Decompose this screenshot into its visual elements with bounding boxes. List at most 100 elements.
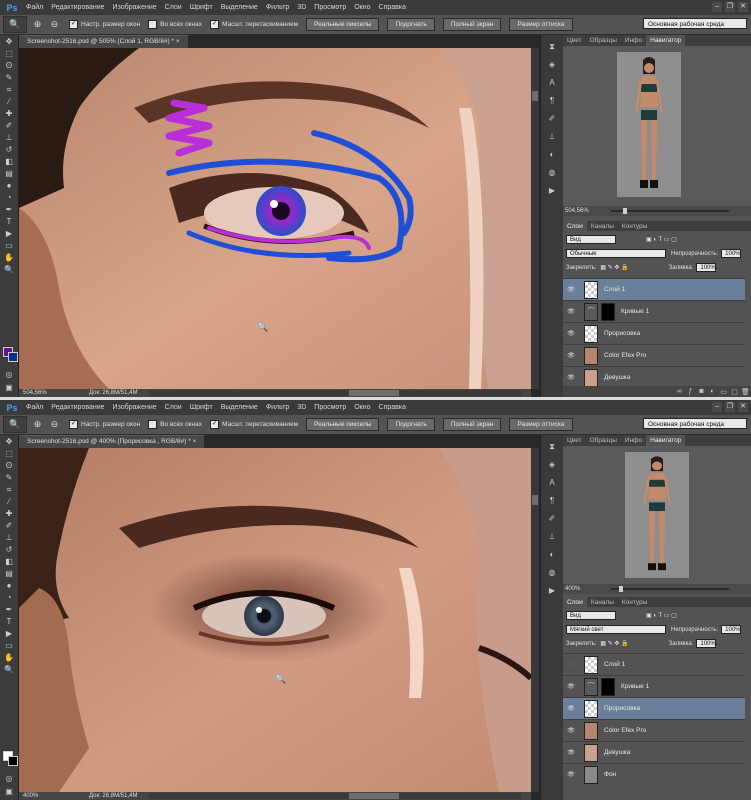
- folder-icon[interactable]: ▭: [718, 388, 729, 396]
- hand-tool-icon[interactable]: ✋: [2, 252, 16, 263]
- filter-icons[interactable]: ▣ ◐ T ▭ ▢: [646, 236, 677, 243]
- horizontal-scrollbar[interactable]: [149, 390, 521, 396]
- brush-tool-icon[interactable]: ✐: [2, 520, 16, 531]
- tab-info[interactable]: Инфо: [621, 435, 646, 446]
- zoom-tool-icon[interactable]: 🔍: [2, 664, 16, 675]
- dodge-tool-icon[interactable]: ◔: [2, 592, 16, 603]
- eye-icon[interactable]: 👁: [567, 352, 575, 360]
- styles-icon[interactable]: ◍: [544, 167, 560, 179]
- blend-mode-select[interactable]: Обычные: [566, 249, 666, 258]
- document-tab[interactable]: Screenshot-2516.psd @ 505% (Слой 1, RGB/…: [19, 35, 188, 48]
- styles-icon[interactable]: ◍: [544, 567, 560, 579]
- menu-layers[interactable]: Слои: [161, 4, 186, 11]
- menu-type[interactable]: Шрифт: [186, 404, 217, 411]
- adjustments-icon[interactable]: ◐: [544, 549, 560, 561]
- menu-file[interactable]: Файл: [22, 404, 47, 411]
- blur-tool-icon[interactable]: ●: [2, 180, 16, 191]
- layer-row[interactable]: 👁 Девушка: [563, 366, 745, 388]
- history-icon[interactable]: ⧗: [544, 441, 560, 453]
- actions-icon[interactable]: ▶: [544, 185, 560, 197]
- tab-color[interactable]: Цвет: [563, 435, 586, 446]
- clone-source-icon[interactable]: ⊥: [544, 131, 560, 143]
- eyedropper-tool-icon[interactable]: ⁄: [2, 96, 16, 107]
- tab-navigator[interactable]: Навигатор: [646, 35, 686, 46]
- fit-screen-button[interactable]: Подогнать: [387, 18, 435, 31]
- tab-color[interactable]: Цвет: [563, 35, 586, 46]
- stamp-tool-icon[interactable]: ⊥: [2, 532, 16, 543]
- layer-row[interactable]: 👁 Прорисовка: [563, 322, 745, 344]
- crop-tool-icon[interactable]: ⌗: [2, 484, 16, 495]
- screen-mode-icon[interactable]: ▣: [2, 786, 16, 797]
- eye-hidden-icon[interactable]: □: [567, 661, 575, 669]
- trash-icon[interactable]: 🗑: [740, 388, 751, 396]
- scroll-thumb[interactable]: [349, 390, 399, 396]
- navigator-preview[interactable]: [563, 46, 751, 206]
- tab-channels[interactable]: Каналы: [587, 221, 618, 231]
- healing-tool-icon[interactable]: ✚: [2, 108, 16, 119]
- document-tab[interactable]: Screenshot-2516.psd @ 400% (Прорисовка ,…: [19, 435, 205, 448]
- fx-icon[interactable]: ƒ: [685, 388, 696, 395]
- layer-row[interactable]: □ Слой 1: [563, 653, 745, 675]
- marquee-tool-icon[interactable]: ⬚: [2, 48, 16, 59]
- menu-select[interactable]: Выделение: [217, 404, 262, 411]
- restore-icon[interactable]: ❐: [725, 2, 735, 12]
- navigator-preview[interactable]: [563, 446, 751, 584]
- close-icon[interactable]: ✕: [738, 2, 748, 12]
- eye-icon[interactable]: 👁: [567, 374, 575, 382]
- eraser-tool-icon[interactable]: ◧: [2, 156, 16, 167]
- menu-edit[interactable]: Редактирование: [47, 404, 108, 411]
- tab-layers[interactable]: Слои: [563, 597, 587, 607]
- slider-knob[interactable]: [623, 208, 627, 214]
- eye-icon[interactable]: 👁: [567, 308, 575, 316]
- scroll-thumb[interactable]: [349, 793, 399, 799]
- path-select-tool-icon[interactable]: ▶: [2, 228, 16, 239]
- print-size-button[interactable]: Размер оттиска: [509, 418, 573, 431]
- tab-swatches[interactable]: Образцы: [586, 35, 621, 46]
- menu-select[interactable]: Выделение: [217, 4, 262, 11]
- 3d-icon[interactable]: ◈: [544, 59, 560, 71]
- mask-icon[interactable]: ◙: [696, 388, 707, 395]
- actual-pixels-button[interactable]: Реальные пикселы: [306, 418, 380, 431]
- character-icon[interactable]: A: [544, 477, 560, 489]
- layer-row[interactable]: 👁 ⌒ Кривые 1: [563, 675, 745, 697]
- all-windows-checkbox[interactable]: Во всех окнах: [148, 20, 202, 29]
- brush-tool-icon[interactable]: ✐: [2, 120, 16, 131]
- lock-icons[interactable]: ▦ ✎ ✥ 🔒: [600, 264, 628, 271]
- navigator-zoom-slider[interactable]: [611, 586, 729, 592]
- eye-icon[interactable]: 👁: [567, 749, 575, 757]
- lock-icons[interactable]: ▦ ✎ ✥ 🔒: [600, 640, 628, 647]
- quick-select-tool-icon[interactable]: ✎: [2, 472, 16, 483]
- layer-row[interactable]: 👁 Девушка: [563, 741, 745, 763]
- print-size-button[interactable]: Размер оттиска: [509, 18, 573, 31]
- paragraph-icon[interactable]: ¶: [544, 95, 560, 107]
- fill-screen-button[interactable]: Полный экран: [442, 418, 502, 431]
- layer-filter-select[interactable]: Вид: [566, 235, 616, 244]
- document-canvas[interactable]: 🔍: [19, 48, 531, 389]
- shape-tool-icon[interactable]: ▭: [2, 240, 16, 251]
- vertical-scrollbar[interactable]: [531, 448, 539, 792]
- history-brush-icon[interactable]: ↺: [2, 144, 16, 155]
- menu-window[interactable]: Окно: [350, 4, 374, 11]
- menu-type[interactable]: Шрифт: [186, 4, 217, 11]
- layer-row[interactable]: 👁 Прорисовка: [563, 697, 745, 719]
- menu-file[interactable]: Файл: [22, 4, 47, 11]
- workspace-select[interactable]: Основная рабочая среда: [643, 418, 747, 429]
- brush-presets-icon[interactable]: ✐: [544, 113, 560, 125]
- navigator-thumbnail[interactable]: [625, 452, 689, 578]
- vertical-scrollbar[interactable]: [531, 48, 539, 389]
- pen-tool-icon[interactable]: ✒: [2, 204, 16, 215]
- menu-window[interactable]: Окно: [350, 404, 374, 411]
- tab-layers[interactable]: Слои: [563, 221, 587, 231]
- eye-icon[interactable]: 👁: [567, 705, 575, 713]
- gradient-tool-icon[interactable]: ▤: [2, 168, 16, 179]
- actual-pixels-button[interactable]: Реальные пикселы: [306, 18, 380, 31]
- stamp-tool-icon[interactable]: ⊥: [2, 132, 16, 143]
- layer-row[interactable]: 👁 Слой 1: [563, 278, 745, 300]
- brush-presets-icon[interactable]: ✐: [544, 513, 560, 525]
- eye-icon[interactable]: 👁: [567, 727, 575, 735]
- path-select-tool-icon[interactable]: ▶: [2, 628, 16, 639]
- hand-tool-icon[interactable]: ✋: [2, 652, 16, 663]
- eye-icon[interactable]: 👁: [567, 683, 575, 691]
- crop-tool-icon[interactable]: ⌗: [2, 84, 16, 95]
- type-tool-icon[interactable]: T: [2, 216, 16, 227]
